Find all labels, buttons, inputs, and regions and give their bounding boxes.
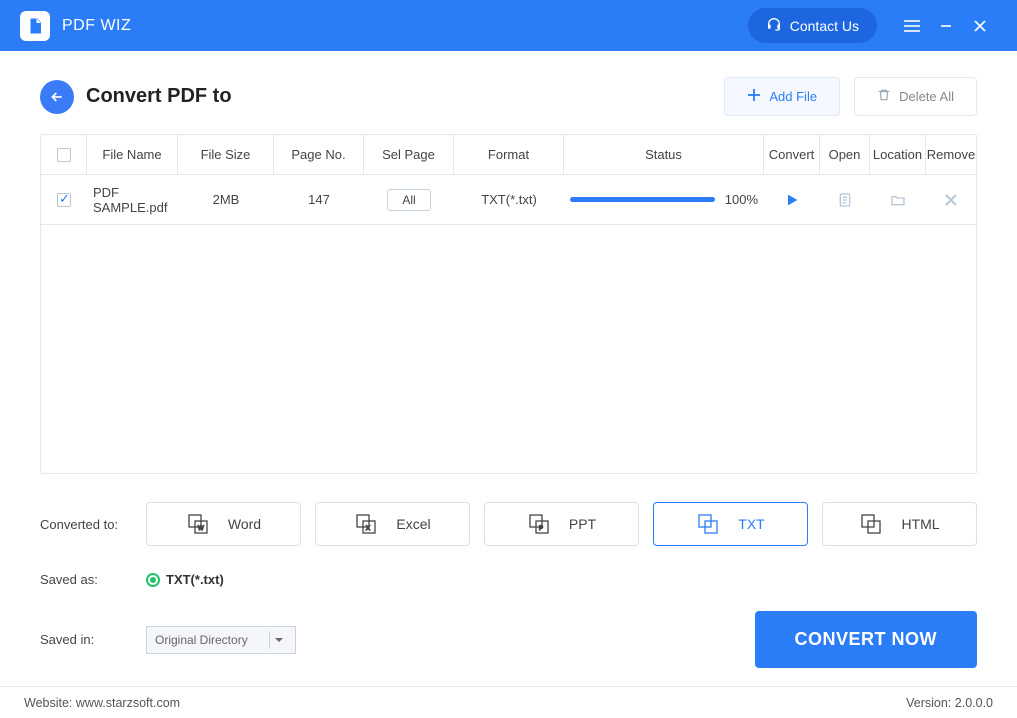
row-format: TXT(*.txt) xyxy=(454,192,564,207)
add-file-button[interactable]: Add File xyxy=(724,77,840,116)
col-status: Status xyxy=(564,135,764,174)
format-html-button[interactable]: HTML xyxy=(822,502,977,546)
trash-icon xyxy=(877,88,891,105)
select-all-checkbox[interactable] xyxy=(57,148,71,162)
footer-version-label: Version: xyxy=(906,696,951,710)
converted-to-label: Converted to: xyxy=(40,517,130,532)
format-ppt-label: PPT xyxy=(569,516,596,532)
plus-icon xyxy=(747,88,761,105)
contact-us-button[interactable]: Contact Us xyxy=(748,8,877,43)
col-filesize: File Size xyxy=(178,135,274,174)
convert-now-button[interactable]: CONVERT NOW xyxy=(755,611,978,668)
menu-button[interactable] xyxy=(895,9,929,43)
svg-text:W: W xyxy=(198,526,204,532)
app-logo xyxy=(20,11,50,41)
window-controls xyxy=(895,9,997,43)
saved-in-value: Original Directory xyxy=(155,633,248,647)
row-convert-button[interactable] xyxy=(764,192,820,208)
delete-all-button[interactable]: Delete All xyxy=(854,77,977,116)
format-word-button[interactable]: W Word xyxy=(146,502,301,546)
col-selpage: Sel Page xyxy=(364,135,454,174)
table-header: File Name File Size Page No. Sel Page Fo… xyxy=(41,135,976,175)
delete-all-label: Delete All xyxy=(899,89,954,104)
format-ppt-button[interactable]: P PPT xyxy=(484,502,639,546)
svg-text:P: P xyxy=(539,526,543,532)
main-panel: Convert PDF to Add File Delete All File … xyxy=(0,51,1017,668)
row-selpage-button[interactable]: All xyxy=(387,189,430,211)
footer-version-value: 2.0.0.0 xyxy=(955,696,993,710)
format-excel-button[interactable]: X Excel xyxy=(315,502,470,546)
add-file-label: Add File xyxy=(769,89,817,104)
table-empty-area xyxy=(41,225,976,473)
format-buttons: W Word X Excel P PPT TXT HTML xyxy=(146,502,977,546)
svg-text:X: X xyxy=(366,526,370,532)
txt-icon xyxy=(696,512,720,536)
saved-as-radio-option[interactable]: TXT(*.txt) xyxy=(146,572,224,587)
format-txt-button[interactable]: TXT xyxy=(653,502,808,546)
footer-website-label: Website: xyxy=(24,696,72,710)
back-button[interactable] xyxy=(40,80,74,114)
excel-icon: X xyxy=(354,512,378,536)
saved-as-row: Saved as: TXT(*.txt) xyxy=(40,572,977,587)
saved-in-select[interactable]: Original Directory xyxy=(146,626,296,654)
page-header: Convert PDF to Add File Delete All xyxy=(40,77,977,116)
footer-website-value[interactable]: www.starzsoft.com xyxy=(76,696,180,710)
headset-icon xyxy=(766,16,782,35)
format-excel-label: Excel xyxy=(396,516,430,532)
converted-to-row: Converted to: W Word X Excel P PPT TXT H… xyxy=(40,502,977,546)
contact-us-label: Contact Us xyxy=(790,18,859,34)
col-remove: Remove xyxy=(926,135,976,174)
row-progress: 100% xyxy=(564,192,764,207)
col-location: Location xyxy=(870,135,926,174)
saved-as-value: TXT(*.txt) xyxy=(166,572,224,587)
html-icon xyxy=(859,512,883,536)
saved-in-label: Saved in: xyxy=(40,632,130,647)
file-table: File Name File Size Page No. Sel Page Fo… xyxy=(40,134,977,474)
ppt-icon: P xyxy=(527,512,551,536)
chevron-down-icon xyxy=(269,631,287,649)
format-html-label: HTML xyxy=(901,516,939,532)
footer: Website: www.starzsoft.com Version: 2.0.… xyxy=(0,686,1017,718)
row-checkbox[interactable] xyxy=(57,193,71,207)
row-pageno: 147 xyxy=(274,192,364,207)
titlebar: PDF WIZ Contact Us xyxy=(0,0,1017,51)
col-pageno: Page No. xyxy=(274,135,364,174)
col-filename: File Name xyxy=(87,135,178,174)
col-open: Open xyxy=(820,135,870,174)
row-progress-pct: 100% xyxy=(725,192,758,207)
saved-as-label: Saved as: xyxy=(40,572,130,587)
radio-icon xyxy=(146,573,160,587)
close-button[interactable] xyxy=(963,9,997,43)
table-row: PDF SAMPLE.pdf 2MB 147 All TXT(*.txt) 10… xyxy=(41,175,976,225)
app-name: PDF WIZ xyxy=(62,17,131,35)
format-word-label: Word xyxy=(228,516,261,532)
page-title: Convert PDF to xyxy=(86,85,232,108)
col-format: Format xyxy=(454,135,564,174)
format-txt-label: TXT xyxy=(738,516,764,532)
minimize-button[interactable] xyxy=(929,9,963,43)
row-filename: PDF SAMPLE.pdf xyxy=(87,185,178,215)
row-remove-button[interactable] xyxy=(926,193,976,207)
word-icon: W xyxy=(186,512,210,536)
col-convert: Convert xyxy=(764,135,820,174)
row-location-button[interactable] xyxy=(870,192,926,208)
row-open-button[interactable] xyxy=(820,192,870,208)
row-filesize: 2MB xyxy=(178,192,274,207)
saved-in-row: Saved in: Original Directory CONVERT NOW xyxy=(40,611,977,668)
